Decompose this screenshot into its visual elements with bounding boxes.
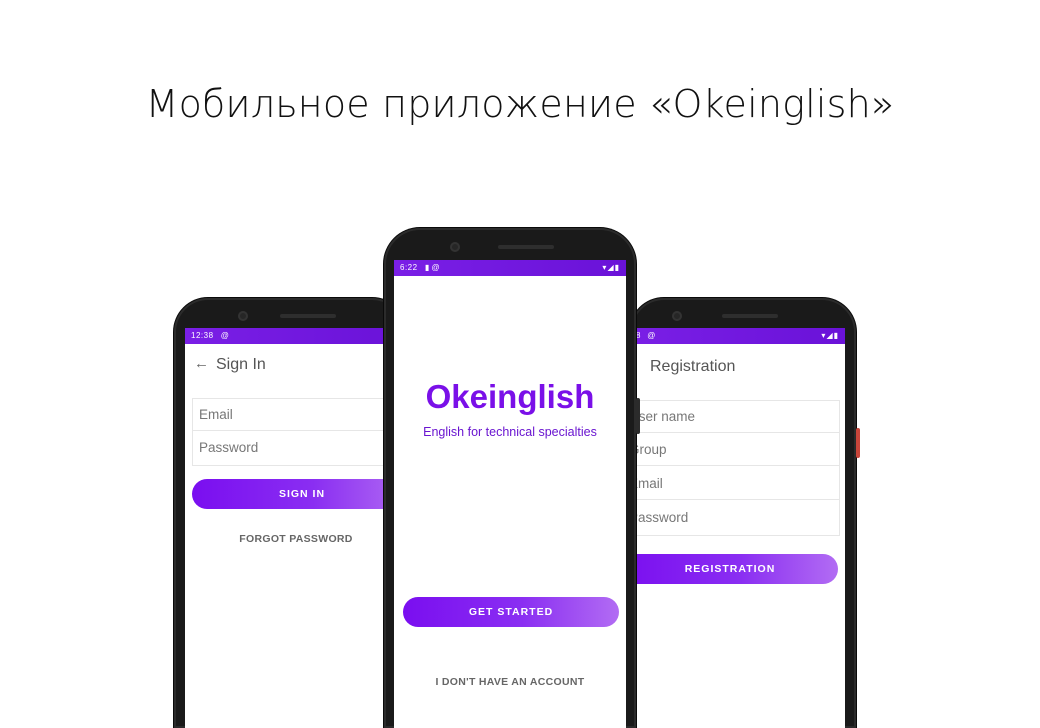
- earpiece-speaker: [280, 314, 336, 318]
- password-field[interactable]: Password: [193, 432, 406, 464]
- front-camera-icon: [672, 311, 682, 321]
- status-time: 8: [636, 331, 641, 340]
- status-time: 6:22: [400, 263, 418, 272]
- no-account-link[interactable]: I DON'T HAVE AN ACCOUNT: [394, 676, 626, 688]
- status-bar: 8 @ ▾◢▮: [630, 328, 845, 344]
- phone-sign-in: 12:38 @ ← Sign In Email Password SIGN IN…: [174, 298, 406, 728]
- sign-in-title: Sign In: [216, 356, 266, 373]
- sign-in-button[interactable]: SIGN IN: [192, 479, 406, 509]
- registration-title: Registration: [650, 358, 736, 375]
- sign-in-screen: 12:38 @ ← Sign In Email Password SIGN IN…: [185, 328, 406, 728]
- registration-screen: 8 @ ▾◢▮ Registration User name Group Ema…: [630, 328, 845, 728]
- power-button: [856, 428, 860, 458]
- email-field[interactable]: Email: [193, 399, 406, 431]
- status-bar: 12:38 @: [185, 328, 406, 344]
- splash-screen: 6:22 ▮ @ ▾◢▮ Okeinglish English for tech…: [394, 260, 626, 728]
- status-notification-icon: @: [647, 331, 656, 340]
- app-brand: Okeinglish: [425, 378, 595, 415]
- phone-splash: 6:22 ▮ @ ▾◢▮ Okeinglish English for tech…: [384, 228, 640, 728]
- email-field[interactable]: Email: [630, 468, 839, 500]
- earpiece-speaker: [498, 245, 554, 249]
- sign-in-form: Email Password: [192, 398, 406, 466]
- status-signal-icons: ▾◢▮: [821, 331, 839, 340]
- earpiece-speaker: [722, 314, 778, 318]
- phone-registration: 8 @ ▾◢▮ Registration User name Group Ema…: [630, 298, 860, 728]
- forgot-password-link[interactable]: FORGOT PASSWORD: [215, 533, 377, 545]
- status-time: 12:38: [191, 331, 214, 340]
- password-field[interactable]: Password: [630, 502, 839, 534]
- status-notification-icon: @: [220, 331, 229, 340]
- username-field[interactable]: User name: [630, 401, 839, 433]
- front-camera-icon: [238, 311, 248, 321]
- app-tagline: English for technical specialties: [423, 425, 597, 439]
- status-notification-icons: ▮ @: [424, 263, 440, 272]
- front-camera-icon: [450, 242, 460, 252]
- status-signal-icons: ▾◢▮: [602, 263, 620, 272]
- power-button: [636, 398, 640, 434]
- status-bar: 6:22 ▮ @ ▾◢▮: [394, 260, 626, 276]
- slide-title: Мобильное приложение «Okeinglish»: [145, 82, 895, 126]
- registration-button[interactable]: REGISTRATION: [630, 554, 838, 584]
- group-field[interactable]: Group: [630, 434, 839, 466]
- arrow-left-icon[interactable]: ←: [194, 355, 209, 372]
- registration-form: User name Group Email Password: [630, 400, 840, 536]
- get-started-button[interactable]: GET STARTED: [403, 597, 619, 627]
